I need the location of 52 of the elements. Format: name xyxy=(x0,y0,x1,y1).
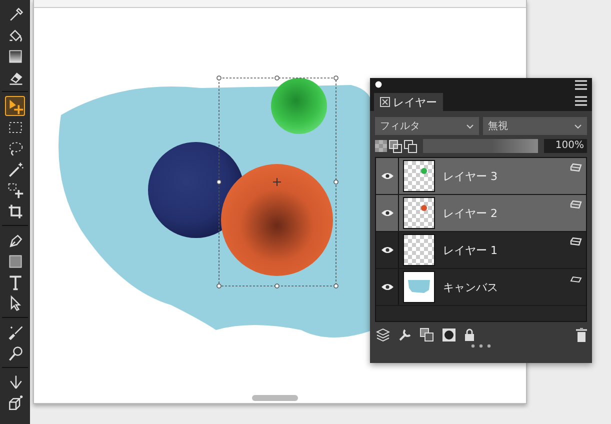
more-icon[interactable] xyxy=(470,344,492,348)
opacity-field[interactable]: 100% xyxy=(544,139,587,153)
eye-icon[interactable] xyxy=(380,209,394,217)
gradient-icon xyxy=(6,48,24,64)
opacity-slider[interactable] xyxy=(423,139,538,153)
tool-button[interactable] xyxy=(5,96,25,116)
cube-icon xyxy=(6,394,24,412)
menu-icon[interactable] xyxy=(575,96,587,106)
layer-name: レイヤー 1 xyxy=(442,242,498,258)
layer-name: キャンバス xyxy=(442,280,499,294)
horizontal-scrollbar[interactable] xyxy=(252,395,298,401)
trash-icon[interactable] xyxy=(576,328,587,342)
eye-icon[interactable] xyxy=(380,246,394,254)
selection-bounding-box[interactable] xyxy=(216,76,338,288)
layers-tab[interactable]: レイヤー xyxy=(374,93,443,111)
layers-stack-icon[interactable] xyxy=(376,328,390,342)
mask-icon[interactable] xyxy=(404,140,417,152)
crop-icon xyxy=(6,202,24,220)
move-arrow-icon xyxy=(6,98,24,114)
close-icon[interactable] xyxy=(380,97,390,107)
eye-icon[interactable] xyxy=(380,172,394,180)
menu-icon[interactable] xyxy=(575,80,587,90)
text-tool-icon xyxy=(6,274,24,290)
layer-row[interactable]: レイヤー 2 xyxy=(376,195,586,232)
layer-thumbnail xyxy=(403,197,435,229)
lasso-icon xyxy=(6,140,24,156)
caret-icon xyxy=(466,124,474,128)
layer-mask-icon[interactable] xyxy=(442,328,456,342)
selection-move-icon xyxy=(6,182,24,198)
lock-icon[interactable] xyxy=(464,328,475,342)
wrench-icon[interactable] xyxy=(398,328,412,342)
layer-name: レイヤー 2 xyxy=(442,206,498,220)
layer-thumbnail xyxy=(403,160,435,192)
layer-thumbnail xyxy=(403,234,435,266)
layer-thumbnail xyxy=(403,271,435,303)
blend-mode-dropdown[interactable]: 無視 xyxy=(483,117,587,135)
clip-icon[interactable] xyxy=(389,140,402,152)
blur-tool-icon xyxy=(6,344,24,362)
link-icon[interactable] xyxy=(570,237,582,246)
duplicate-icon[interactable] xyxy=(420,328,434,342)
eye-icon[interactable] xyxy=(380,283,394,291)
magic-wand-icon xyxy=(6,160,24,178)
link-icon[interactable] xyxy=(570,276,582,283)
layer-row[interactable]: キャンバス xyxy=(376,269,586,306)
panel-collapse-icon[interactable] xyxy=(375,81,382,88)
layer-name: レイヤー 3 xyxy=(442,168,498,184)
caret-icon xyxy=(574,124,582,128)
square-shape-icon xyxy=(6,252,24,270)
filter-dropdown[interactable]: フィルタ xyxy=(375,117,479,135)
layer-row[interactable]: レイヤー 1 xyxy=(376,232,586,269)
layer-row[interactable]: レイヤー 3 xyxy=(376,158,586,195)
brush-icon xyxy=(6,324,24,340)
